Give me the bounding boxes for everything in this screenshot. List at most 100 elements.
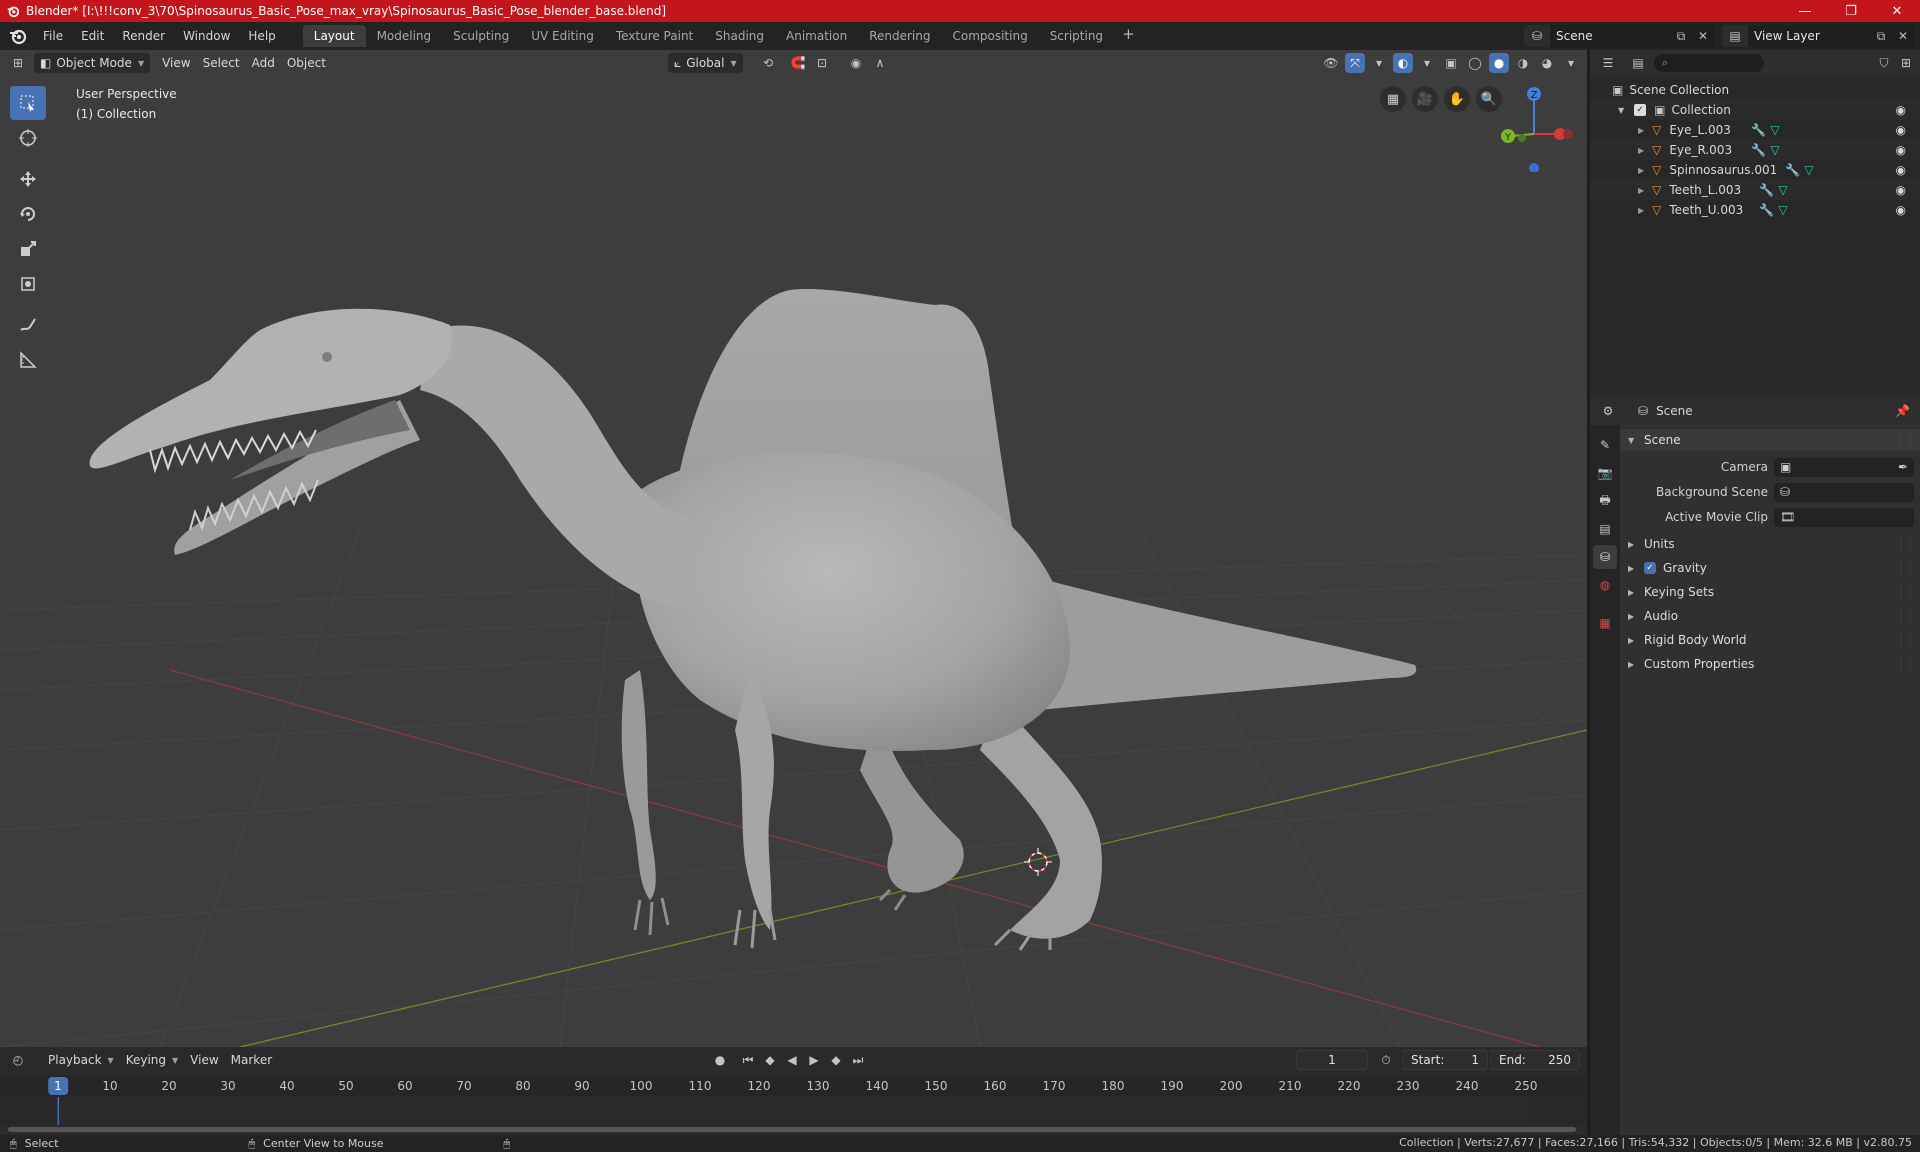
menu-marker[interactable]: Marker	[225, 1050, 278, 1070]
outliner-search-input[interactable]: ⌕	[1654, 54, 1764, 72]
timeline-scrollbar[interactable]	[8, 1127, 1576, 1132]
outliner-row-collection[interactable]: ▼ ✓ ▣ Collection ◉	[1590, 100, 1920, 120]
pin-icon[interactable]: 📌	[1895, 404, 1910, 418]
gizmo-neg-z-axis[interactable]	[1529, 163, 1539, 172]
object-mode-dropdown[interactable]: ◧ Object Mode ▼	[34, 53, 151, 73]
tab-rendering[interactable]: Rendering	[858, 25, 941, 47]
spinosaurus-model[interactable]	[89, 288, 1417, 951]
shading-solid-icon[interactable]: ●	[1489, 53, 1509, 73]
mesh-data-icon[interactable]: ▽	[1804, 163, 1813, 177]
eye-icon[interactable]: ◉	[1896, 183, 1906, 197]
gizmo-chevron-icon[interactable]: ▾	[1369, 53, 1389, 73]
rigid-body-world-subpanel[interactable]: ▶ Rigid Body World ⋮⋮	[1620, 629, 1920, 651]
current-frame-field[interactable]: 1	[1296, 1050, 1368, 1070]
menu-timeline-view[interactable]: View	[184, 1050, 224, 1070]
tab-uv-editing[interactable]: UV Editing	[520, 25, 605, 47]
snap-target-icon[interactable]: ⊡	[812, 53, 832, 73]
outliner-row-object[interactable]: ▶ ▽ Teeth_L.003 🔧 ▽ ◉	[1590, 180, 1920, 200]
eye-icon[interactable]: ◉	[1896, 203, 1906, 217]
rotate-tool[interactable]	[10, 197, 46, 231]
drag-handle-icon[interactable]: ⋮⋮	[1896, 435, 1915, 446]
expand-triangle-icon[interactable]: ▶	[1638, 146, 1644, 155]
measure-tool[interactable]	[10, 343, 46, 377]
menu-playback[interactable]: Playback ▼	[42, 1050, 120, 1070]
menu-window[interactable]: Window	[174, 25, 239, 47]
camera-field[interactable]: ▣ ✒	[1774, 457, 1914, 477]
tab-texture-paint[interactable]: Texture Paint	[605, 25, 704, 47]
outliner-row-object[interactable]: ▶ ▽ Teeth_U.003 🔧 ▽ ◉	[1590, 200, 1920, 220]
blender-menu-icon[interactable]	[8, 26, 28, 46]
jump-end-icon[interactable]: ⏭	[848, 1050, 868, 1070]
display-mode-icon[interactable]: ▤	[1628, 53, 1648, 73]
menu-file[interactable]: File	[34, 25, 72, 47]
new-view-layer-icon[interactable]: ⧉	[1870, 29, 1892, 44]
shading-wireframe-icon[interactable]: ◯	[1465, 53, 1485, 73]
drag-handle-icon[interactable]: ⋮⋮	[1896, 611, 1915, 622]
toggle-perspective-icon[interactable]: ▦	[1380, 86, 1406, 112]
modifier-wrench-icon[interactable]: 🔧	[1785, 163, 1800, 177]
outliner-row-object[interactable]: ▶ ▽ Spinnosaurus.001 🔧 ▽ ◉	[1590, 160, 1920, 180]
active-movie-clip-field[interactable]: 🎞	[1774, 507, 1914, 527]
world-tab-icon[interactable]: ◍	[1593, 573, 1617, 597]
modifier-wrench-icon[interactable]: 🔧	[1759, 183, 1774, 197]
eye-icon[interactable]: ◉	[1896, 123, 1906, 137]
shading-material-icon[interactable]: ◑	[1513, 53, 1533, 73]
drag-handle-icon[interactable]: ⋮⋮	[1896, 635, 1915, 646]
new-collection-icon[interactable]: ⊞	[1896, 53, 1916, 73]
timeline-track-area[interactable]	[0, 1097, 1587, 1135]
tab-sculpting[interactable]: Sculpting	[442, 25, 520, 47]
overlay-toggle-icon[interactable]: ◐	[1393, 53, 1413, 73]
delete-scene-icon[interactable]: ✕	[1692, 29, 1714, 43]
expand-triangle-icon[interactable]: ▼	[1618, 106, 1624, 115]
gizmo-toggle-icon[interactable]: ⤧	[1345, 53, 1365, 73]
menu-select[interactable]: Select	[197, 53, 246, 73]
output-tab-icon[interactable]: 🖶	[1593, 489, 1617, 513]
render-tab-icon[interactable]: 📷	[1593, 461, 1617, 485]
new-scene-icon[interactable]: ⧉	[1670, 29, 1692, 44]
stopwatch-icon[interactable]: ⏱	[1376, 1050, 1396, 1070]
maximize-button[interactable]: ❐	[1828, 0, 1874, 22]
navigation-gizmo[interactable]: Z Y	[1492, 82, 1582, 172]
visibility-icon[interactable]: 👁	[1321, 53, 1341, 73]
minimize-button[interactable]: —	[1782, 0, 1828, 22]
transform-tool[interactable]	[10, 267, 46, 301]
expand-triangle-icon[interactable]: ▶	[1638, 206, 1644, 215]
editor-type-icon[interactable]: ⊞	[8, 53, 28, 73]
include-checkbox[interactable]: ✓	[1634, 104, 1647, 116]
scene-panel-header[interactable]: ▼ Scene ⋮⋮	[1620, 429, 1920, 451]
timeline-ruler[interactable]: 1 10 20 30 40 50 60 70 80 90 100 110 120…	[0, 1075, 1587, 1097]
snap-icon[interactable]: 🧲	[788, 53, 808, 73]
modifier-wrench-icon[interactable]: 🔧	[1759, 203, 1774, 217]
shading-rendered-icon[interactable]: ◕	[1537, 53, 1557, 73]
mesh-data-icon[interactable]: ▽	[1770, 123, 1779, 137]
record-icon[interactable]: ●	[710, 1050, 730, 1070]
background-scene-field[interactable]: ⛁	[1774, 482, 1914, 502]
menu-object[interactable]: Object	[281, 53, 332, 73]
timeline-editor-type-icon[interactable]: ◴	[8, 1050, 28, 1070]
prev-keyframe-icon[interactable]: ◆	[760, 1050, 780, 1070]
drag-handle-icon[interactable]: ⋮⋮	[1896, 587, 1915, 598]
eye-icon[interactable]: ◉	[1896, 103, 1906, 117]
gravity-checkbox[interactable]: ✓	[1644, 562, 1656, 574]
drag-handle-icon[interactable]: ⋮⋮	[1896, 659, 1915, 670]
tab-layout[interactable]: Layout	[302, 25, 366, 47]
modifier-wrench-icon[interactable]: 🔧	[1751, 143, 1766, 157]
tab-scripting[interactable]: Scripting	[1039, 25, 1114, 47]
outliner-editor-type-icon[interactable]: ☰	[1598, 53, 1618, 73]
tab-modeling[interactable]: Modeling	[366, 25, 443, 47]
jump-start-icon[interactable]: ⏮	[738, 1050, 758, 1070]
menu-help[interactable]: Help	[239, 25, 284, 47]
properties-editor-type-icon[interactable]: ⚙	[1598, 401, 1618, 421]
gravity-subpanel[interactable]: ▶ ✓ Gravity ⋮⋮	[1620, 557, 1920, 579]
eye-icon[interactable]: ◉	[1896, 163, 1906, 177]
expand-triangle-icon[interactable]: ▶	[1638, 126, 1644, 135]
close-window-button[interactable]: ✕	[1874, 0, 1920, 22]
mesh-data-icon[interactable]: ▽	[1778, 203, 1787, 217]
overlay-chevron-icon[interactable]: ▾	[1417, 53, 1437, 73]
drag-handle-icon[interactable]: ⋮⋮	[1896, 563, 1915, 574]
menu-add[interactable]: Add	[246, 53, 281, 73]
filter-icon[interactable]: ⛉	[1874, 53, 1894, 73]
scene-selector[interactable]: ⛁ Scene ⧉ ✕	[1524, 25, 1714, 47]
texture-tab-icon[interactable]: ▦	[1593, 611, 1617, 635]
pivot-point-icon[interactable]: ⟲	[758, 53, 778, 73]
